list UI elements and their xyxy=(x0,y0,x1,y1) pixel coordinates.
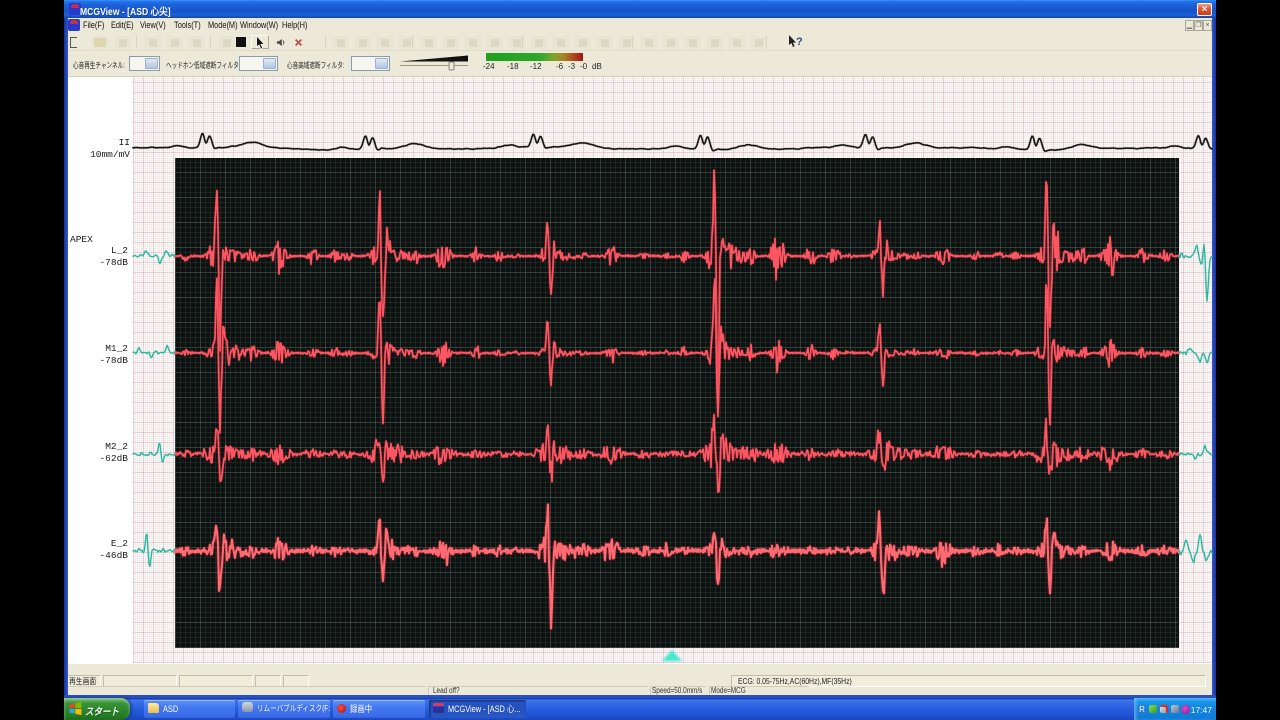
svg-text:?: ? xyxy=(796,36,803,48)
